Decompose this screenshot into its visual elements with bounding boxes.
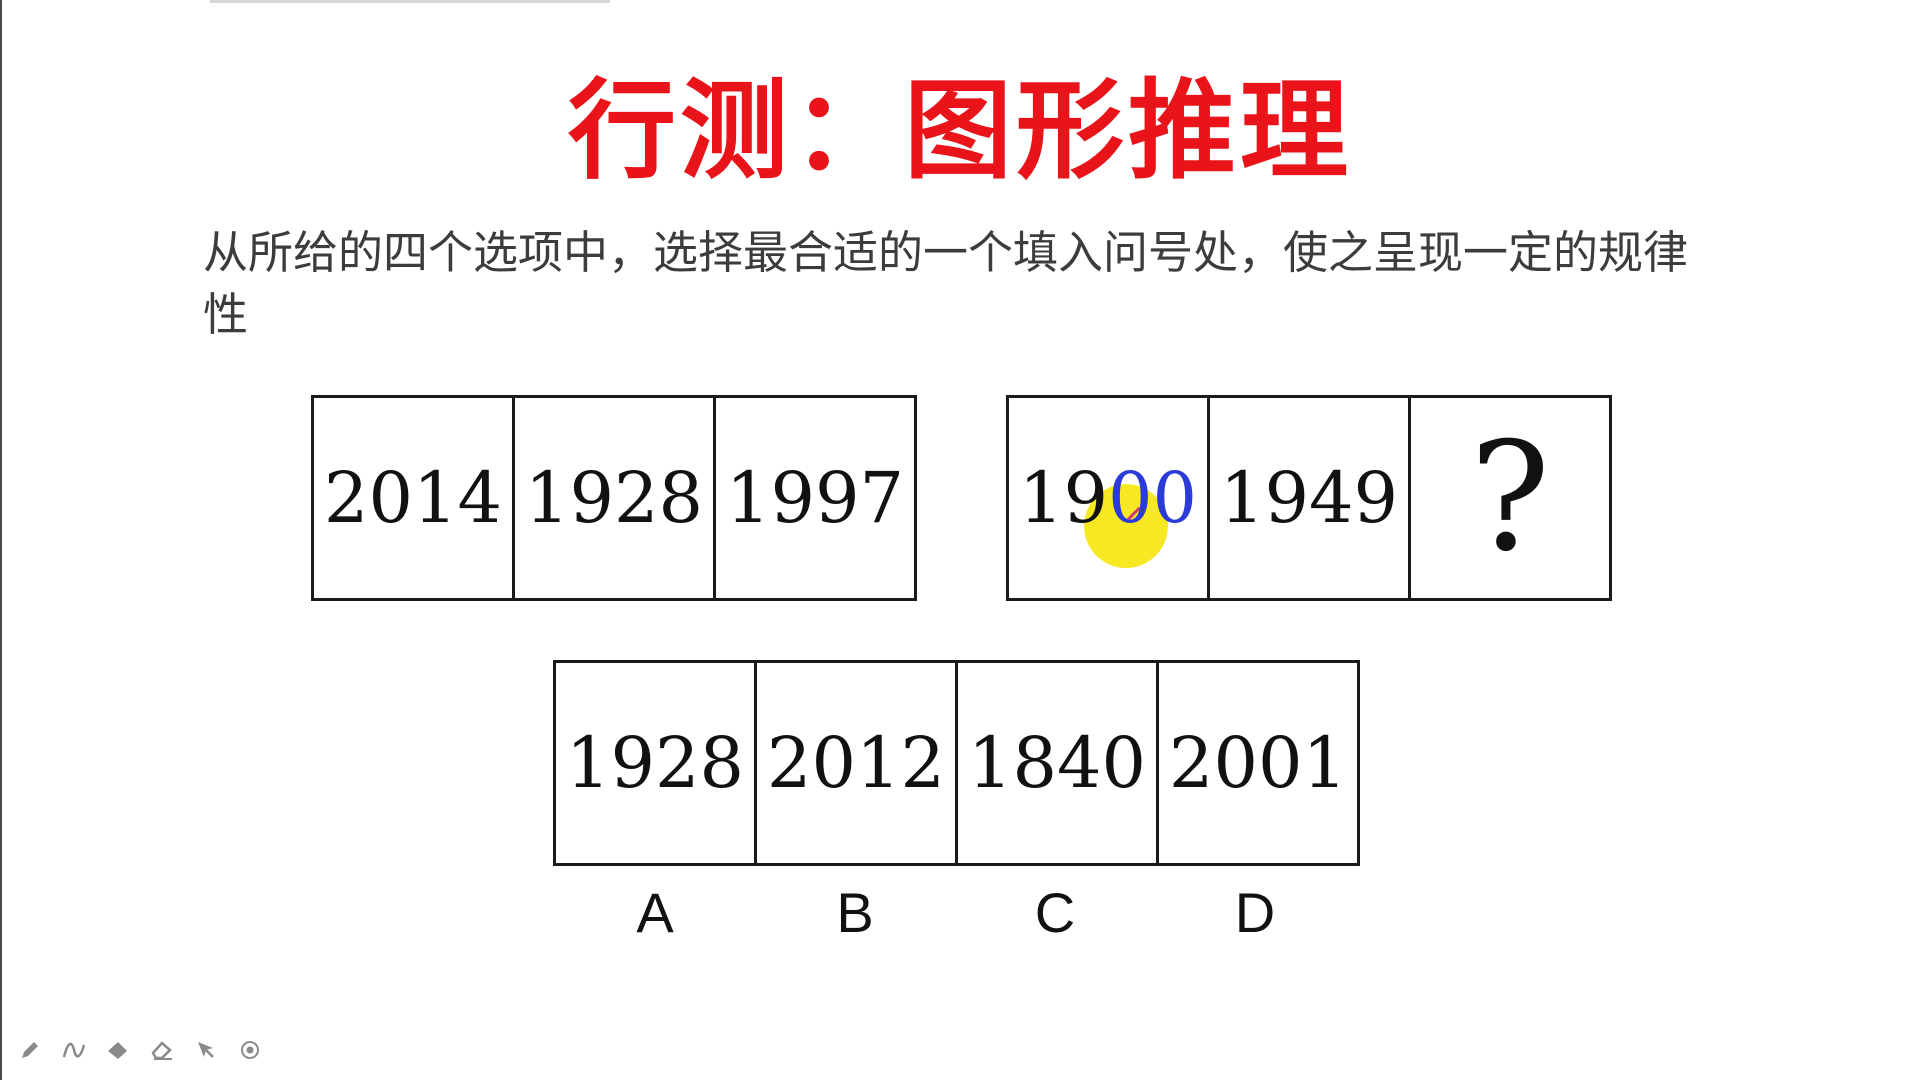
option-label-d: D	[1234, 881, 1276, 944]
option-label-a: A	[636, 881, 674, 944]
unknown-cell: ?	[1411, 398, 1609, 598]
option-labels: A B C D	[555, 880, 1355, 945]
option-a[interactable]: 1928	[556, 663, 757, 863]
question-mark: ?	[1469, 411, 1551, 585]
option-b[interactable]: 2012	[757, 663, 958, 863]
curve-icon[interactable]	[60, 1036, 88, 1064]
pen-icon[interactable]	[16, 1036, 44, 1064]
marker-icon[interactable]	[104, 1036, 132, 1064]
annotated-digits: 00	[1108, 457, 1198, 539]
option-c[interactable]: 1840	[958, 663, 1159, 863]
annotation-toolbar	[16, 1036, 264, 1064]
top-scroll-indicator	[210, 0, 610, 3]
pointer-icon[interactable]	[192, 1036, 220, 1064]
question-strip-right: 19 00 1949 ?	[1006, 395, 1612, 601]
options-strip: 1928 2012 1840 2001	[553, 660, 1360, 866]
record-icon[interactable]	[236, 1036, 264, 1064]
question-cell: 1997	[725, 457, 905, 539]
question-cell: 1949	[1210, 398, 1411, 598]
question-instruction: 从所给的四个选项中，选择最合适的一个填入问号处，使之呈现一定的规律性	[203, 226, 1689, 341]
option-d[interactable]: 2001	[1159, 663, 1357, 863]
eraser-icon[interactable]	[148, 1036, 176, 1064]
question-cell: 2014	[314, 398, 515, 598]
question-cell: 19 00	[1009, 398, 1210, 598]
question-strip-left: 2014 1928 1997	[311, 395, 917, 601]
option-label-b: B	[836, 881, 874, 944]
option-label-c: C	[1034, 881, 1076, 944]
cell-number-part: 19	[1018, 457, 1108, 539]
question-cell: 1928	[515, 398, 716, 598]
slide-title: 行测：图形推理	[567, 69, 1352, 194]
